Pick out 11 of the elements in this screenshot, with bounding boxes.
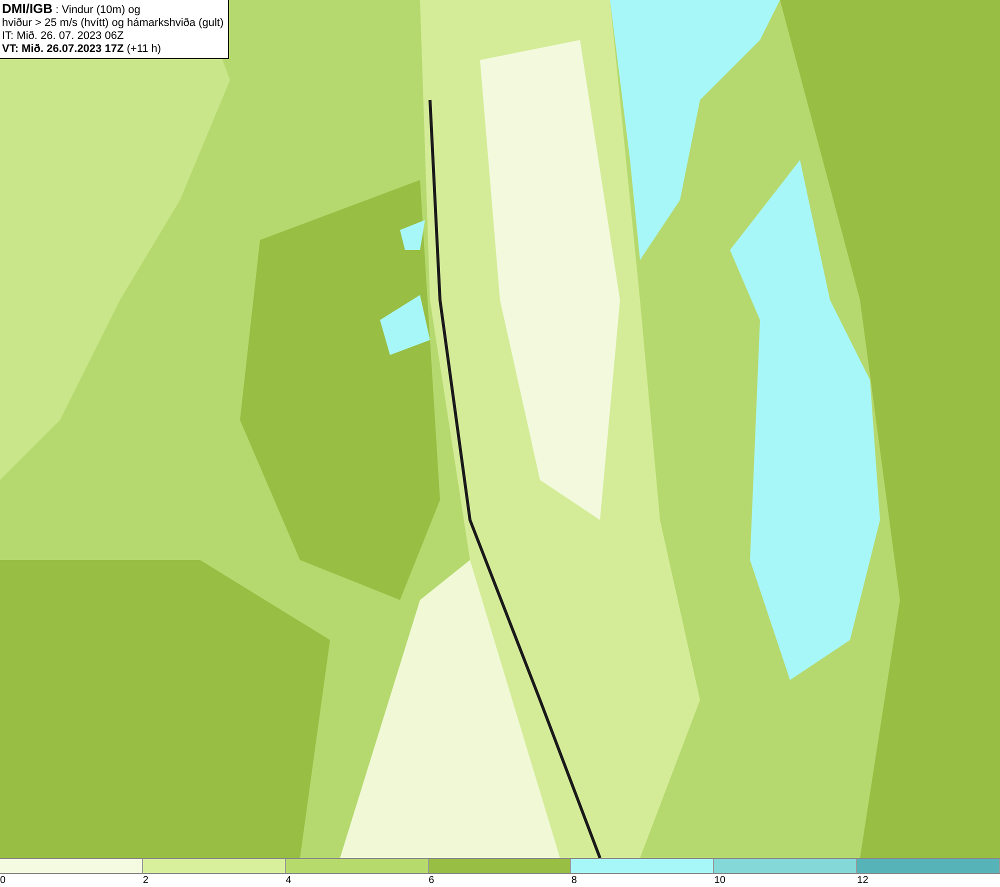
legend-tick-label: 10: [714, 874, 726, 887]
legend-tick-label: 6: [428, 874, 434, 887]
caption-line: IT: Mið. 26. 07. 2023 06Z: [2, 30, 125, 43]
legend-tick-label: 2: [142, 874, 148, 887]
legend-tick-label: 8: [571, 874, 577, 887]
caption-line: VT: Mið. 26.07.2023 17Z (+11 h): [2, 43, 162, 56]
caption-line: hviður > 25 m/s (hvítt) og hámarkshviða (gult): [2, 17, 224, 30]
caption-line: DMI/IGB : Vindur (10m) og: [2, 2, 142, 17]
legend-tick-label: 4: [286, 874, 292, 887]
legend-tick-label: 0: [0, 874, 6, 887]
legend-tick-label: 12: [857, 874, 868, 887]
